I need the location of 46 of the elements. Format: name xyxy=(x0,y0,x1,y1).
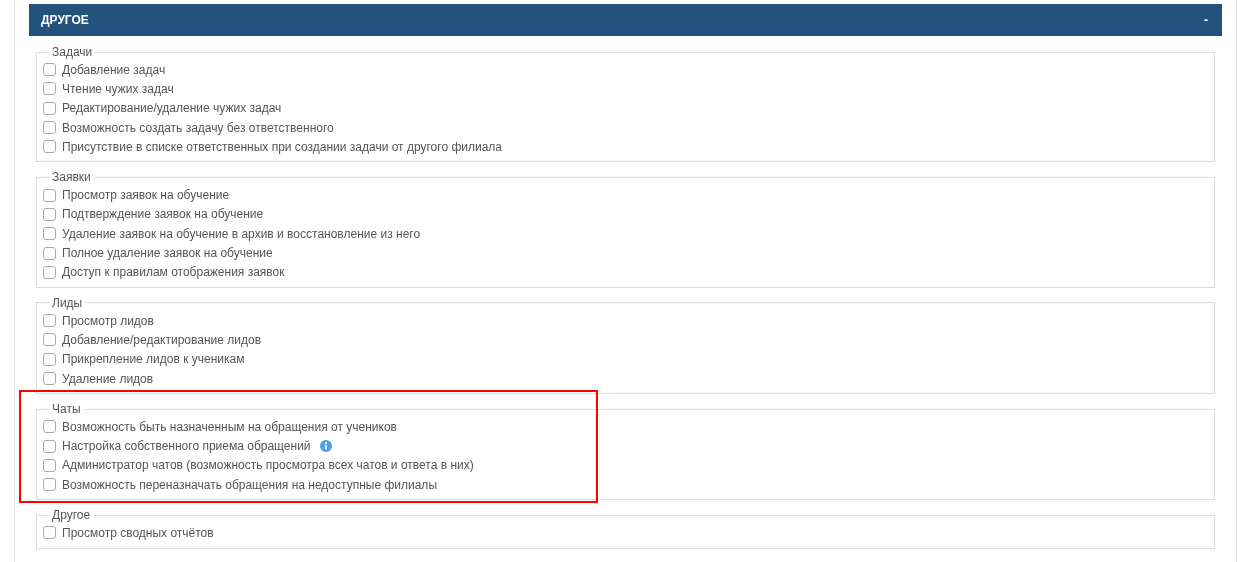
checkbox-label: Возможность быть назначенным на обращения от учеников xyxy=(62,418,397,436)
checkbox[interactable] xyxy=(43,246,56,260)
checkbox-label: Чтение чужих задач xyxy=(62,80,174,98)
checkbox-label: Администратор чатов (возможность просмотра всех чатов и ответа в них) xyxy=(62,457,474,475)
group-title: Другое xyxy=(51,508,92,523)
checkbox[interactable] xyxy=(43,314,56,328)
checkbox[interactable] xyxy=(43,63,56,77)
checkbox-label: Просмотр сводных отчётов xyxy=(62,525,214,542)
checkbox[interactable] xyxy=(43,526,56,540)
checkbox-label: Просмотр заявок на обучение xyxy=(62,187,230,205)
group-title: Задачи xyxy=(51,45,94,59)
checkbox-label: Возможность переназначать обращения на недоступные филиалы xyxy=(62,476,437,494)
checkbox[interactable] xyxy=(43,420,56,434)
panel-title: ДРУГОЕ xyxy=(41,12,89,29)
checkbox[interactable] xyxy=(43,352,56,366)
checkbox[interactable] xyxy=(43,227,56,241)
checkbox-label: Прикрепление лидов к ученикам xyxy=(62,351,245,369)
group-title: Чаты xyxy=(51,402,82,417)
checkbox-label: Добавление задач xyxy=(62,61,166,79)
checkbox[interactable] xyxy=(43,372,56,385)
checkbox[interactable] xyxy=(43,333,56,347)
checkbox[interactable] xyxy=(43,121,56,135)
checkbox-label: Возможность создать задачу без ответственного xyxy=(62,119,334,137)
checkbox[interactable] xyxy=(43,140,56,154)
group-title: Лиды xyxy=(51,295,84,310)
checkbox-label: Добавление/редактирование лидов xyxy=(62,331,262,349)
checkbox[interactable] xyxy=(43,207,56,221)
checkbox[interactable] xyxy=(43,439,56,453)
checkbox-label: Редактирование/удаление чужих задач xyxy=(62,100,282,118)
checkbox-label: Настройка собственного приема обращений xyxy=(62,438,311,456)
checkbox[interactable] xyxy=(43,265,56,279)
checkbox-label: Полное удаление заявок на обучение xyxy=(62,245,273,262)
checkbox[interactable] xyxy=(43,458,56,472)
checkbox[interactable] xyxy=(43,101,56,115)
checkbox-label: Присутствие в списке ответственных при создании задачи от другого филиала xyxy=(62,138,502,156)
checkbox[interactable] xyxy=(43,188,56,202)
info-icon[interactable] xyxy=(319,440,332,453)
checkbox-label: Подтверждение заявок на обучение xyxy=(62,206,264,224)
checkbox-label: Просмотр лидов xyxy=(62,312,154,330)
collapse-button[interactable]: - xyxy=(1204,14,1208,26)
checkbox[interactable] xyxy=(43,478,56,492)
checkbox-label: Удаление заявок на обучение в архив и восстановление из него xyxy=(62,225,421,243)
group-title: Заявки xyxy=(51,170,92,185)
checkbox[interactable] xyxy=(43,82,56,96)
checkbox-label: Доступ к правилам отображения заявок xyxy=(62,264,285,282)
checkbox-label: Удаление лидов xyxy=(62,370,154,388)
